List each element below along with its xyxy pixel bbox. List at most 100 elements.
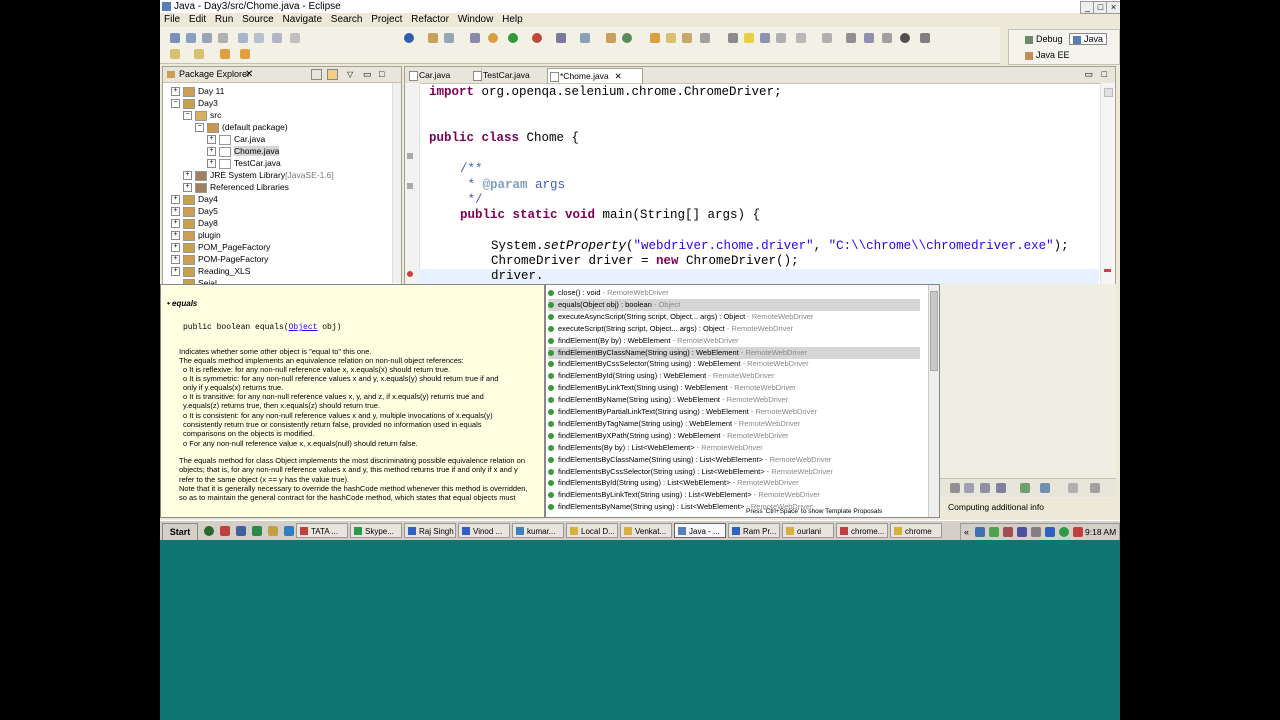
package-icon[interactable] [682, 33, 692, 43]
skype-icon[interactable] [1059, 527, 1069, 537]
tree-item[interactable]: + POM-PageFactory [171, 254, 268, 265]
expand-toggle-icon[interactable]: + [171, 195, 180, 205]
collapse-all-icon[interactable] [311, 69, 322, 80]
completion-item[interactable]: findElementsByClassName(String using) : … [548, 454, 920, 466]
scroll-thumb[interactable] [930, 291, 938, 371]
globe-icon[interactable] [622, 33, 632, 43]
tree-item[interactable]: + Reading_XLS [171, 266, 250, 277]
completion-item[interactable]: findElementByClassName(String using) : W… [548, 346, 920, 359]
taskbar-button[interactable]: Vinod ... [458, 523, 510, 538]
taskbar-button[interactable]: Ram Pr... [728, 523, 780, 538]
tray-icon[interactable] [1031, 527, 1041, 537]
taskbar-button[interactable]: ourlani [782, 523, 834, 538]
quicklaunch-icon[interactable] [284, 526, 294, 536]
tray-icon[interactable] [989, 527, 999, 537]
error-overview-icon[interactable] [1104, 269, 1111, 272]
disconnect-icon[interactable] [920, 33, 930, 43]
expand-toggle-icon[interactable]: − [195, 123, 204, 133]
folder-icon[interactable] [650, 33, 660, 43]
previous-edit-icon[interactable] [220, 49, 230, 59]
completion-item[interactable]: findElement(By by) : WebElement - Remote… [548, 335, 920, 347]
completion-item[interactable]: findElementsById(String using) : List<We… [548, 477, 920, 489]
annotation-icon[interactable] [760, 33, 770, 43]
expand-toggle-icon[interactable]: + [207, 159, 216, 169]
tree-item[interactable]: + TestCar.java [207, 158, 281, 169]
menu-source[interactable]: Source [242, 13, 274, 26]
scroll-lock-icon[interactable] [1020, 483, 1030, 493]
tree-item[interactable]: − Day3 [171, 98, 218, 109]
completion-item[interactable]: findElementByName(String using) : WebEle… [548, 394, 920, 406]
tree-item[interactable]: + JRE System Library[JavaSE-1.6] [183, 170, 334, 181]
completion-item[interactable]: findElementById(String using) : WebEleme… [548, 370, 920, 382]
open-type-icon[interactable] [238, 33, 248, 43]
settings-icon[interactable] [470, 33, 480, 43]
tree-item[interactable]: + Day 11 [171, 86, 224, 97]
tray-expand-icon[interactable]: « [964, 524, 969, 540]
word-wrap-icon[interactable] [1040, 483, 1050, 493]
menu-help[interactable]: Help [502, 13, 523, 26]
step-over-icon[interactable] [882, 33, 892, 43]
tree-item[interactable]: + POM_PageFactory [171, 242, 270, 253]
java-perspective[interactable]: Java [1069, 33, 1108, 45]
tree-item[interactable]: + Chome.java [207, 146, 280, 157]
fold-marker-icon[interactable] [407, 153, 413, 159]
next-edit-icon[interactable] [240, 49, 250, 59]
grid-icon[interactable] [606, 33, 616, 43]
quicklaunch-icon[interactable] [204, 526, 214, 536]
close-view-icon[interactable]: ✕ [245, 67, 253, 82]
tray-icon[interactable] [975, 527, 985, 537]
tree-item[interactable]: + Car.java [207, 134, 265, 145]
console-icon[interactable] [950, 483, 960, 493]
tree-item[interactable]: + Referenced Libraries [183, 182, 289, 193]
open-console-icon[interactable] [996, 483, 1006, 493]
editor-maximize-icon[interactable]: □ [1102, 69, 1107, 79]
menu-window[interactable]: Window [458, 13, 494, 26]
taskbar-button[interactable]: TATA ... [296, 523, 348, 538]
completion-item[interactable]: executeScript(String script, Object... a… [548, 323, 920, 335]
maximize-view-icon[interactable]: □ [379, 67, 384, 82]
back-icon[interactable] [170, 49, 180, 59]
save-icon[interactable] [186, 33, 196, 43]
error-marker-icon[interactable] [407, 271, 413, 277]
display-console-icon[interactable] [980, 483, 990, 493]
new-icon[interactable] [170, 33, 180, 43]
toggle-icon[interactable] [272, 33, 282, 43]
quicklaunch-icon[interactable] [252, 526, 262, 536]
open-folder-icon[interactable] [666, 33, 676, 43]
volume-icon[interactable] [1073, 527, 1083, 537]
pin-console-icon[interactable] [964, 483, 974, 493]
quicklaunch-icon[interactable] [268, 526, 278, 536]
tree-item[interactable]: + Day4 [171, 194, 218, 205]
expand-toggle-icon[interactable]: + [171, 243, 180, 253]
new-class-icon[interactable] [580, 33, 590, 43]
taskbar-button[interactable]: Raj Singh [404, 523, 456, 538]
completion-item[interactable]: findElementByXPath(String using) : WebEl… [548, 430, 920, 442]
outline-icon[interactable] [290, 33, 300, 43]
step-icon[interactable] [864, 33, 874, 43]
expand-toggle-icon[interactable]: + [171, 87, 180, 97]
completion-item[interactable]: findElements(By by) : List<WebElement> -… [548, 442, 920, 454]
code-area[interactable]: import org.openqa.selenium.chrome.Chrome… [419, 83, 1099, 285]
clock[interactable]: 9:18 AM [1085, 524, 1116, 540]
show-whitespace-icon[interactable] [776, 33, 786, 43]
format-icon[interactable] [822, 33, 832, 43]
package-explorer-tab[interactable]: Package Explorer ✕ ▽ ▭ □ [163, 67, 401, 83]
expand-toggle-icon[interactable]: + [171, 231, 180, 241]
taskbar-button[interactable]: Java - ... [674, 523, 726, 538]
quicklaunch-icon[interactable] [220, 526, 230, 536]
javaee-perspective[interactable]: Java EE [1025, 50, 1070, 60]
expand-toggle-icon[interactable]: + [207, 147, 216, 157]
tree-item[interactable]: + Day8 [171, 218, 218, 229]
pin-icon[interactable] [728, 33, 738, 43]
block-icon[interactable] [796, 33, 806, 43]
tray-icon[interactable] [1017, 527, 1027, 537]
taskbar-button[interactable]: Local D... [566, 523, 618, 538]
tree-item[interactable]: − (default package) [195, 122, 288, 133]
open-task-icon[interactable] [254, 33, 264, 43]
tab-chome-java[interactable]: *Chome.java ✕ [547, 68, 643, 83]
taskbar-button[interactable]: Skype... [350, 523, 402, 538]
new-server-icon[interactable] [444, 33, 454, 43]
taskbar-button[interactable]: Venkat... [620, 523, 672, 538]
completion-item[interactable]: close() : void - RemoteWebDriver [548, 287, 920, 299]
javadoc-object-link[interactable]: Object [289, 323, 318, 332]
